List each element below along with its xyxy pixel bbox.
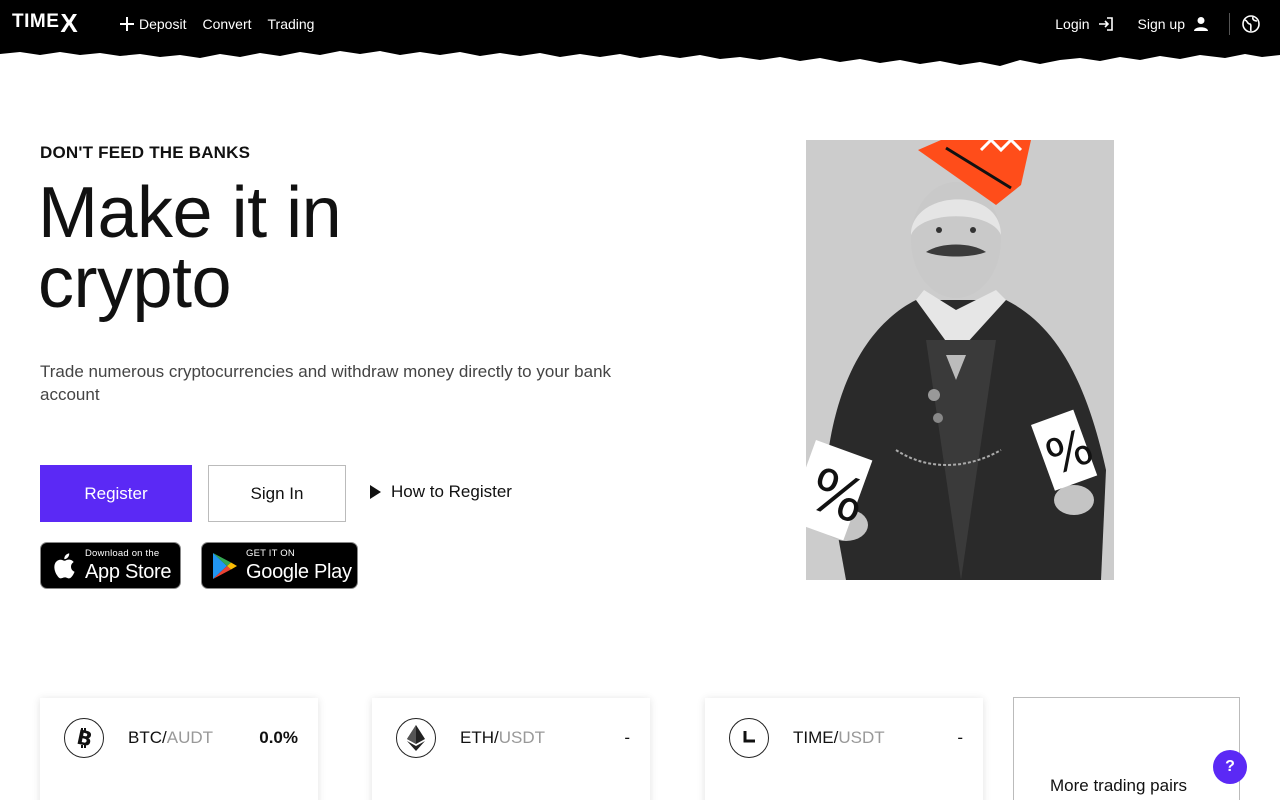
google-play-icon [212, 552, 238, 580]
login-icon [1098, 17, 1113, 31]
hero-banker-illustration: % % [806, 140, 1114, 580]
nav-trading-label: Trading [267, 16, 315, 32]
nav-deposit-label: Deposit [139, 16, 187, 32]
signin-button[interactable]: Sign In [208, 465, 346, 522]
app-store-small-text: Download on the [85, 548, 160, 560]
hero-headline: Make it in crypto [38, 173, 538, 323]
nav-trading[interactable]: Trading [268, 14, 315, 34]
nav-convert[interactable]: Convert [202, 14, 251, 34]
nav-deposit[interactable]: Deposit [120, 14, 186, 34]
more-trading-pairs-card[interactable]: More trading pairs [1013, 697, 1240, 800]
google-play-badge[interactable]: GET IT ON Google Play [201, 542, 358, 589]
hero-subtext: Trade numerous cryptocurrencies and with… [40, 362, 612, 404]
signup-label: Sign up [1137, 16, 1185, 32]
plus-icon [120, 17, 134, 31]
headline-line-1: Make it in [38, 173, 342, 253]
help-button[interactable]: ? [1213, 750, 1247, 784]
timex-logo[interactable]: TIME X [12, 8, 79, 38]
ticker-change: - [624, 728, 630, 747]
top-header: TIME X Deposit Convert Trading Login Sig… [0, 0, 1280, 70]
app-store-big-text: App Store [85, 560, 172, 583]
register-button[interactable]: Register [40, 465, 192, 522]
how-to-register-label: How to Register [391, 482, 512, 501]
login-link[interactable]: Login [1055, 13, 1113, 35]
google-play-big-text: Google Play [246, 560, 352, 583]
ticker-pair: BTC/AUDT [128, 728, 213, 748]
user-icon [1194, 17, 1208, 31]
time-icon [729, 718, 769, 758]
app-store-badge[interactable]: Download on the App Store [40, 542, 181, 589]
ticker-quote: USDT [838, 728, 885, 747]
signup-link[interactable]: Sign up [1138, 13, 1209, 35]
ticker-base: ETH/ [460, 728, 499, 747]
hero-eyebrow: DON'T FEED THE BANKS [40, 143, 251, 162]
ticker-change: 0.0% [259, 728, 298, 747]
ticker-base: TIME/ [793, 728, 839, 747]
main-nav: Deposit Convert Trading [120, 14, 314, 34]
nav-convert-label: Convert [202, 16, 252, 32]
account-nav: Login Sign up [1055, 13, 1260, 35]
google-play-small-text: GET IT ON [246, 548, 295, 560]
apple-icon [51, 552, 77, 580]
logo-text: TIME [12, 11, 60, 32]
ticker-card-eth[interactable]: ETH/USDT - [372, 698, 650, 800]
ticker-pair: TIME/USDT [793, 728, 885, 748]
login-label: Login [1055, 16, 1090, 32]
header-torn-background [0, 0, 1280, 66]
logo-x: X [60, 8, 79, 38]
bitcoin-icon: B [64, 718, 104, 758]
ticker-quote: AUDT [166, 728, 214, 747]
ticker-card-time[interactable]: TIME/USDT - [705, 698, 983, 800]
ticker-pair: ETH/USDT [460, 728, 545, 748]
play-icon [370, 485, 381, 499]
ticker-quote: USDT [498, 728, 546, 747]
ethereum-icon [396, 718, 436, 758]
headline-line-2: crypto [38, 243, 232, 323]
nav-divider [1229, 13, 1230, 35]
more-trading-pairs-label: More trading pairs [1050, 776, 1188, 795]
how-to-register-link[interactable]: How to Register [370, 482, 512, 502]
ticker-card-btc[interactable]: B BTC/AUDT 0.0% [40, 698, 318, 800]
globe-icon[interactable] [1242, 15, 1260, 33]
ticker-base: BTC/ [128, 728, 167, 747]
ticker-change: - [957, 728, 963, 747]
